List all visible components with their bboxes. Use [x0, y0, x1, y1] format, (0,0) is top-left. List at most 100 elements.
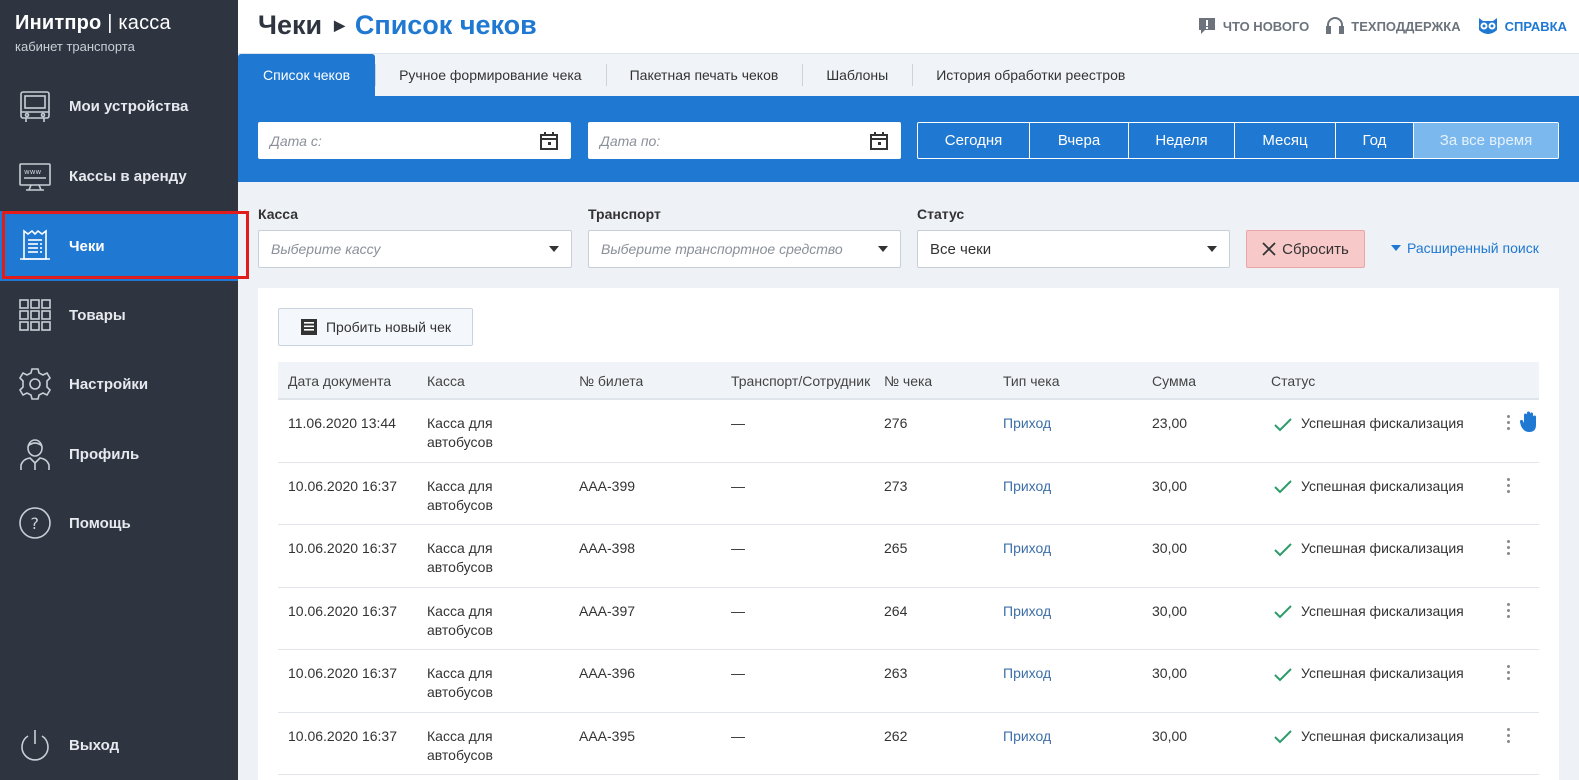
col-ticket[interactable]: № билета: [579, 373, 643, 389]
cell-status: Успешная фискализация: [1273, 602, 1464, 621]
cell-type[interactable]: Приход: [1003, 727, 1051, 746]
whats-new-link[interactable]: ЧТО НОВОГО: [1197, 16, 1309, 36]
date-to-input[interactable]: Дата по:: [588, 122, 901, 159]
cell-sum: 30,00: [1152, 665, 1188, 681]
period-all-time[interactable]: За все время: [1414, 123, 1558, 158]
cell-check-no: 263: [884, 665, 908, 681]
advanced-search-link[interactable]: Расширенный поиск: [1391, 240, 1539, 256]
kassa-select[interactable]: Выберите кассу: [258, 230, 572, 268]
tab-registry-history[interactable]: История обработки реестров: [912, 54, 1149, 96]
col-date[interactable]: Дата документа: [288, 373, 391, 389]
cell-date: 10.06.2020 16:37: [288, 540, 397, 556]
row-menu-icon[interactable]: [1507, 477, 1511, 493]
tab-manual-receipt[interactable]: Ручное формирование чека: [375, 54, 606, 96]
cell-sum: 30,00: [1152, 602, 1188, 619]
sidebar-item-label: Настройки: [69, 375, 149, 393]
table-row[interactable]: 10.06.2020 16:37 Касса для автобусов AAA-3…: [278, 588, 1539, 650]
col-status[interactable]: Статус: [1271, 373, 1315, 389]
row-menu-icon[interactable]: [1507, 540, 1511, 555]
period-year[interactable]: Год: [1336, 123, 1414, 158]
status-text: Успешная фискализация: [1301, 602, 1464, 619]
cell-type[interactable]: Приход: [1003, 539, 1051, 558]
status-text: Успешная фискализация: [1301, 727, 1464, 744]
new-receipt-button[interactable]: Пробить новый чек: [278, 308, 473, 346]
sidebar-item-receipts[interactable]: Чеки: [0, 211, 238, 281]
support-label: ТЕХПОДДЕРЖКА: [1351, 18, 1461, 34]
cell-transport: —: [731, 540, 745, 556]
sidebar-item-help[interactable]: ? Помощь: [0, 488, 238, 558]
cell-ticket: AAA-395: [579, 727, 636, 744]
row-menu-icon[interactable]: [1507, 727, 1511, 743]
cell-date: 11.06.2020 13:44: [288, 415, 396, 431]
sidebar-item-profile[interactable]: Профиль: [0, 419, 238, 489]
cell-type[interactable]: Приход: [1003, 414, 1051, 433]
cell-transport: —: [731, 602, 745, 619]
table-row[interactable]: 10.06.2020 16:37 Касса для автобусов AAA-3…: [278, 713, 1539, 775]
sidebar-item-rent[interactable]: www Кассы в аренду: [0, 141, 238, 211]
col-transport[interactable]: Транспорт/Сотрудник: [731, 373, 875, 389]
sidebar-item-label: Профиль: [69, 445, 140, 463]
new-receipt-label: Пробить новый чек: [325, 319, 451, 335]
cell-sum: 30,00: [1152, 477, 1188, 494]
sidebar-item-goods[interactable]: Товары: [0, 280, 238, 350]
row-menu-icon[interactable]: [1507, 602, 1511, 618]
user-icon: [17, 436, 53, 472]
reset-button[interactable]: Сбросить: [1246, 230, 1365, 268]
drag-hand-icon[interactable]: [1519, 411, 1539, 433]
transport-filter-label: Транспорт: [588, 206, 661, 222]
tab-batch-print[interactable]: Пакетная печать чеков: [605, 54, 803, 96]
news-icon: [1198, 18, 1215, 34]
row-menu-icon[interactable]: [1507, 415, 1511, 430]
calendar-icon[interactable]: [539, 131, 559, 151]
cell-kassa: Касса для автобусов: [427, 665, 493, 700]
table-row[interactable]: 10.06.2020 16:37 Касса для автобусов AAA-3…: [278, 525, 1539, 588]
check-icon: [1274, 730, 1292, 744]
cell-type[interactable]: Приход: [1003, 664, 1051, 683]
svg-text:www: www: [24, 168, 41, 176]
page-title: Список чеков: [354, 10, 537, 40]
status-filter-label: Статус: [917, 206, 965, 222]
svg-text:?: ?: [31, 514, 40, 533]
check-icon: [1274, 605, 1292, 619]
brand-subtitle: кабинет транспорта: [15, 39, 135, 54]
date-to-placeholder: Дата по:: [600, 132, 661, 149]
breadcrumb-parent[interactable]: Чеки: [258, 10, 322, 41]
sidebar-item-settings[interactable]: Настройки: [0, 349, 238, 419]
cell-kassa: Касса для автобусов: [427, 540, 493, 575]
calendar-icon[interactable]: [869, 131, 889, 151]
col-sum[interactable]: Сумма: [1152, 373, 1196, 389]
table-row[interactable]: 10.06.2020 16:37 Касса для автобусов AAA-3…: [278, 650, 1539, 713]
period-week[interactable]: Неделя: [1129, 123, 1235, 158]
cell-check-no: 273: [884, 477, 908, 494]
period-today[interactable]: Сегодня: [918, 123, 1030, 158]
row-menu-icon[interactable]: [1507, 665, 1511, 680]
kassa-filter-label: Касса: [258, 206, 299, 222]
col-type[interactable]: Тип чека: [1003, 373, 1060, 389]
cell-status: Успешная фискализация: [1273, 414, 1464, 433]
period-yesterday[interactable]: Вчера: [1030, 123, 1129, 158]
transport-select[interactable]: Выберите транспортное средство: [588, 230, 901, 268]
check-icon: [1274, 667, 1292, 681]
table-row[interactable]: 11.06.2020 13:44 Касса для автобусов — 276 П…: [278, 400, 1539, 463]
table-row[interactable]: 10.06.2020 16:37 Касса для автобусов AAA-3…: [278, 463, 1539, 525]
cell-check-no: 262: [884, 727, 908, 744]
status-select[interactable]: Все чеки: [917, 230, 1230, 268]
sidebar-item-devices[interactable]: Мои устройства: [0, 71, 238, 141]
sidebar-item-logout[interactable]: Выход: [0, 710, 238, 780]
date-from-input[interactable]: Дата с:: [258, 122, 571, 159]
monitor-www-icon: www: [17, 158, 53, 194]
cell-type[interactable]: Приход: [1003, 477, 1051, 496]
status-select-value: Все чеки: [930, 240, 992, 258]
col-kassa[interactable]: Касса: [427, 373, 465, 389]
cell-sum: 30,00: [1152, 540, 1188, 556]
support-link[interactable]: ТЕХПОДДЕРЖКА: [1325, 16, 1461, 36]
chevron-down-icon: [1207, 246, 1217, 252]
cell-type[interactable]: Приход: [1003, 602, 1051, 621]
cell-sum: 23,00: [1152, 415, 1188, 431]
help-link[interactable]: СПРАВКА: [1477, 16, 1567, 36]
period-month[interactable]: Месяц: [1235, 123, 1336, 158]
tab-templates[interactable]: Шаблоны: [802, 54, 912, 96]
col-check-no[interactable]: № чека: [884, 373, 932, 389]
tab-receipt-list[interactable]: Список чеков: [238, 54, 376, 96]
cell-transport: —: [731, 477, 745, 494]
